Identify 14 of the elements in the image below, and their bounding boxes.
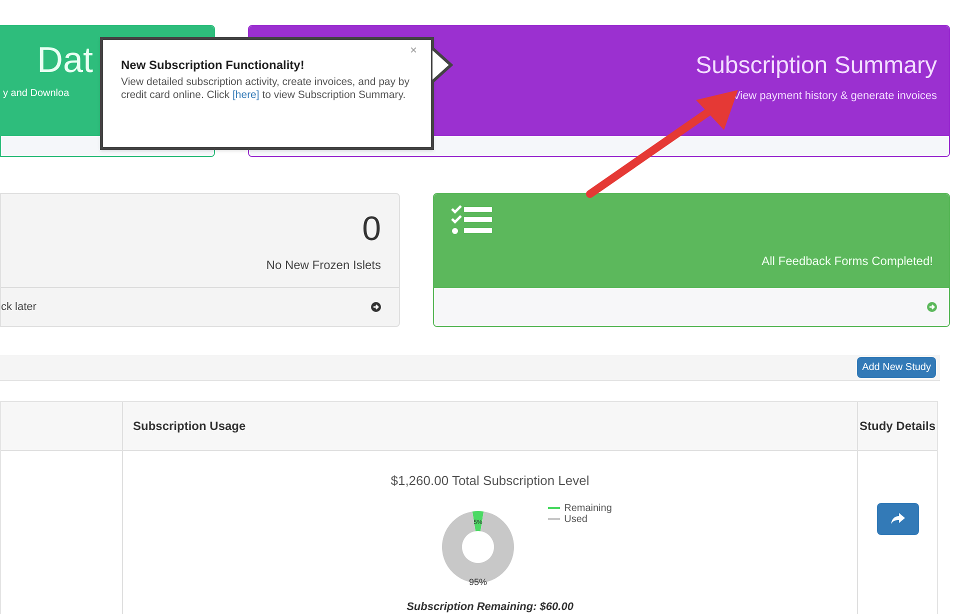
legend-label: Used <box>564 514 588 524</box>
subscription-remaining: Subscription Remaining: $60.00 <box>406 600 574 614</box>
legend-label: Remaining <box>564 502 612 514</box>
total-subscription-level: $1,260.00 Total Subscription Level <box>390 472 590 490</box>
card-title: Subscription Summary <box>696 54 937 78</box>
column-header: Subscription Usage <box>123 402 858 450</box>
slice-label: 95% <box>469 576 488 586</box>
footer-text: ck later <box>1 300 36 315</box>
column-header: Study Details <box>858 418 937 435</box>
card-subtitle: y and Downloa <box>3 87 70 101</box>
card-title: Dat <box>37 42 94 78</box>
islets-label: No New Frozen Islets <box>266 257 381 274</box>
feedback-label: All Feedback Forms Completed! <box>762 253 933 270</box>
islets-count: 0 <box>362 212 381 246</box>
